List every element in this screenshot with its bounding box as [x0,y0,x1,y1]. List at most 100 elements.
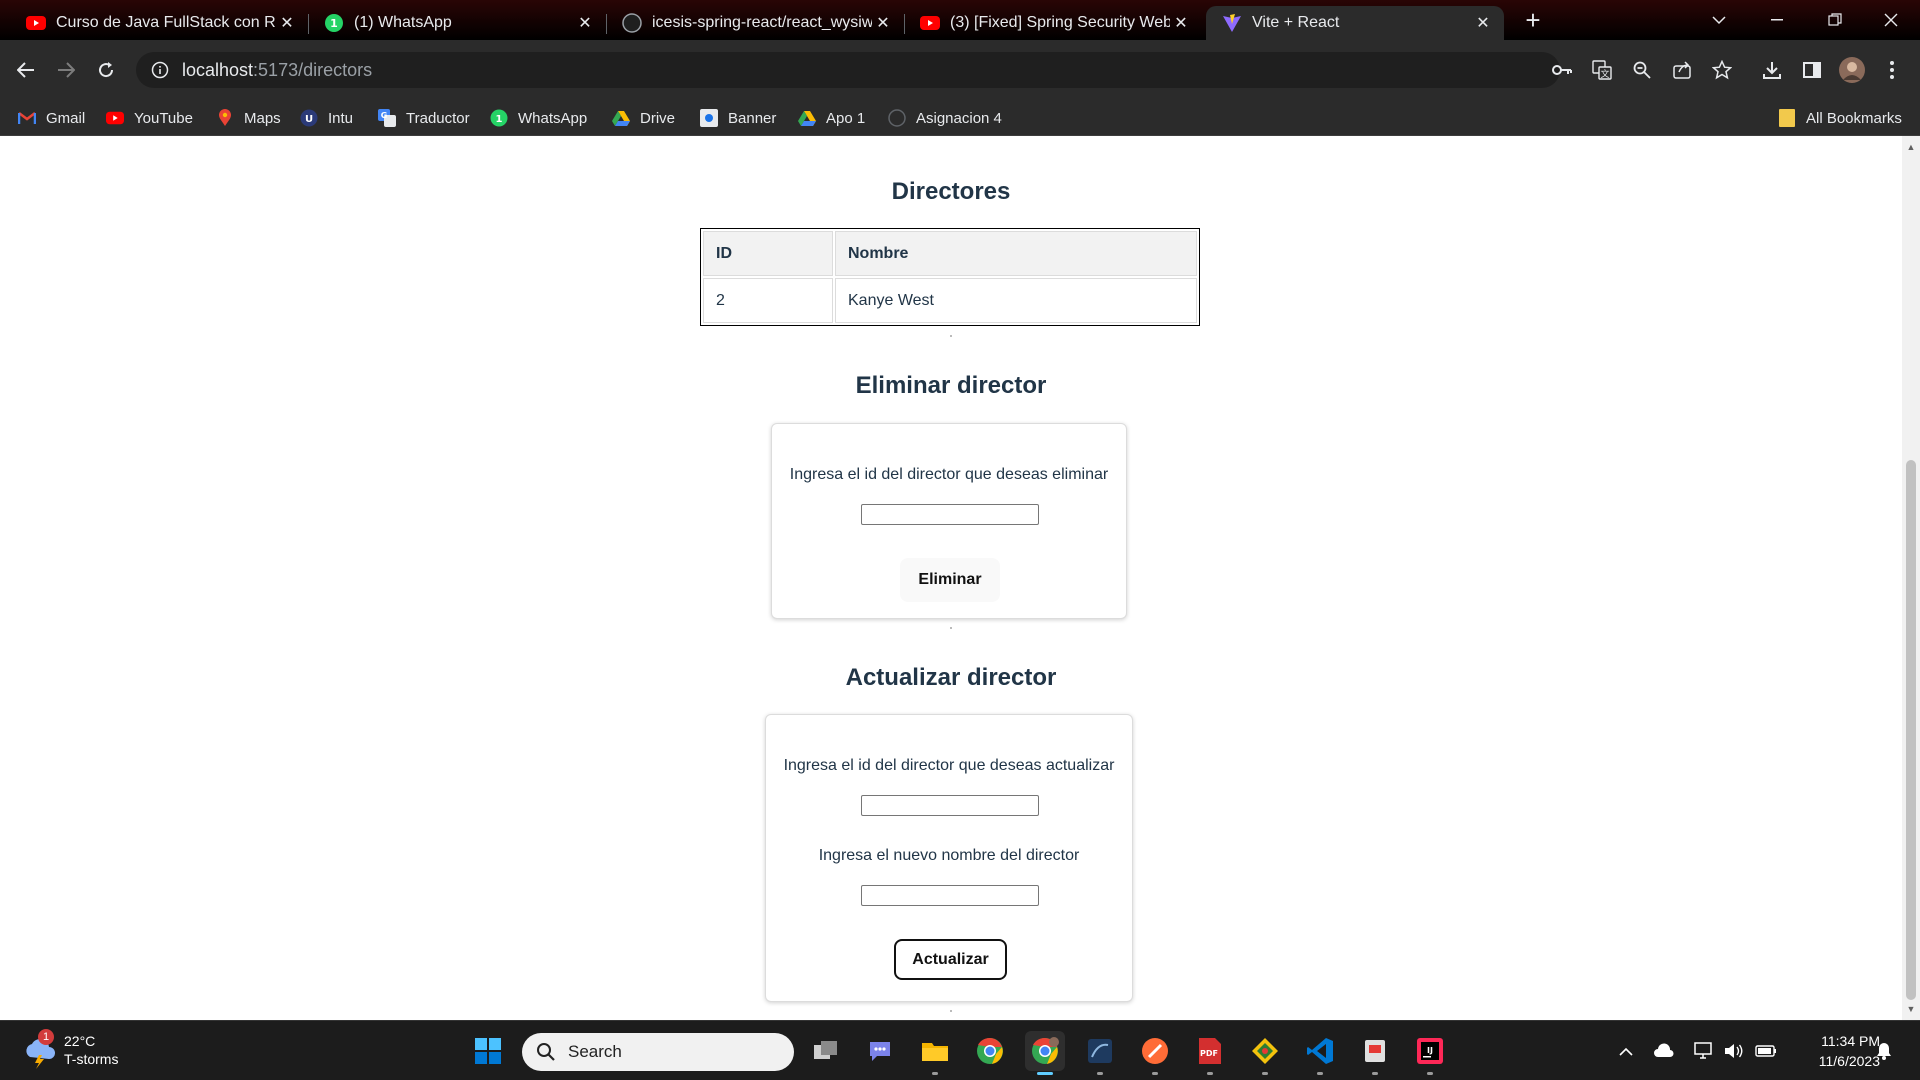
bookmark-youtube[interactable]: YouTube [106,104,193,132]
show-hidden-icons[interactable] [1614,1039,1638,1063]
bookmark-drive[interactable]: Drive [612,104,675,132]
password-key-icon[interactable] [1544,52,1580,88]
close-tab-icon[interactable]: ✕ [574,13,596,33]
browser-menu-icon[interactable] [1874,52,1910,88]
vite-icon [1222,13,1242,33]
bookmark-apo1[interactable]: Apo 1 [798,104,865,132]
tab-search-icon[interactable] [1690,0,1748,40]
banner-icon [700,109,718,127]
folder-icon [1778,109,1796,127]
battery-icon[interactable] [1754,1039,1778,1063]
notifications-bell-icon[interactable] [1872,1039,1896,1063]
close-tab-icon[interactable]: ✕ [872,13,894,33]
forward-icon[interactable] [48,52,84,88]
svg-text:IJ: IJ [1427,1046,1433,1055]
chrome-icon [1032,1037,1059,1064]
bookmark-banner[interactable]: Banner [700,104,776,132]
minimize-icon[interactable] [1748,0,1806,40]
share-icon[interactable] [1664,52,1700,88]
address-bar[interactable]: localhost:5173/directors [136,52,1560,88]
actualizar-id-label: Ingresa el id del director que deseas ac… [783,757,1115,774]
svg-text:1: 1 [496,114,503,125]
new-tab-button[interactable]: + [1518,6,1548,36]
pdf-reader-button[interactable]: PDF [1190,1031,1230,1075]
weather-widget[interactable]: 1 22°C T-storms [18,1029,158,1073]
zoom-icon[interactable] [1624,52,1660,88]
browser-tab[interactable]: icesis-spring-react/react_wysiwy ✕ [606,6,905,40]
bookmark-asignacion4[interactable]: Asignacion 4 [888,104,1002,132]
all-bookmarks[interactable]: All Bookmarks [1778,104,1902,132]
browser-tab[interactable]: 1 (1) WhatsApp ✕ [308,6,607,40]
directors-table: ID Nombre 2 Kanye West [700,228,1200,326]
close-tab-icon[interactable]: ✕ [1472,13,1494,33]
bookmark-gmail[interactable]: Gmail [18,104,85,132]
bookmark-star-icon[interactable] [1704,52,1740,88]
download-icon[interactable] [1754,52,1790,88]
profile-avatar[interactable] [1834,52,1870,88]
vscode-icon [1307,1038,1333,1064]
eliminar-id-input[interactable] [861,504,1039,525]
browser-tab[interactable]: (3) [Fixed] Spring Security WebS ✕ [904,6,1202,40]
actualizar-id-input[interactable] [861,795,1039,816]
actualizar-button[interactable]: Actualizar [894,939,1007,980]
side-panel-icon[interactable] [1794,52,1830,88]
snipping-tool-button[interactable] [1355,1031,1395,1075]
svg-text:文: 文 [1600,68,1609,80]
back-icon[interactable] [8,52,44,88]
whatsapp-icon: 1 [324,13,344,33]
taskbar-search[interactable]: Search [522,1033,794,1071]
clock-date: 11/6/2023 [1818,1053,1880,1069]
actualizar-nombre-input[interactable] [861,885,1039,906]
tab-title: Curso de Java FullStack con Reac [56,14,276,31]
start-button[interactable] [468,1031,508,1071]
page-scrollbar[interactable]: ▲ ▼ [1902,136,1920,1020]
eliminar-button[interactable]: Eliminar [900,558,1000,602]
windows-taskbar: 1 22°C T-storms Search PDF IJ 11:34 PM 1… [0,1020,1920,1080]
translate-icon[interactable]: 文 [1584,52,1620,88]
intellij-button[interactable]: IJ [1410,1031,1450,1075]
column-header-nombre: Nombre [835,231,1197,276]
chrome-button[interactable] [970,1031,1010,1071]
task-view-icon [814,1041,837,1059]
volume-icon[interactable] [1722,1039,1746,1063]
onedrive-icon[interactable] [1652,1039,1676,1063]
close-tab-icon[interactable]: ✕ [276,13,298,33]
network-icon[interactable] [1692,1039,1716,1063]
scroll-down-arrow[interactable]: ▼ [1906,1004,1916,1014]
chrome-profile-button[interactable] [1025,1031,1065,1075]
drive-icon [798,109,816,127]
teams-chat-button[interactable] [860,1031,900,1071]
bookmark-traductor[interactable]: G Traductor [378,104,470,132]
git-kraken-button[interactable] [1245,1031,1285,1075]
scroll-up-arrow[interactable]: ▲ [1906,142,1916,152]
youtube-icon [106,109,124,127]
close-tab-icon[interactable]: ✕ [1170,13,1192,33]
browser-toolbar: localhost:5173/directors 文 [0,40,1920,100]
task-view-button[interactable] [806,1031,846,1071]
bookmark-intu[interactable]: U Intu [300,104,353,132]
restore-icon[interactable] [1806,0,1864,40]
file-explorer-button[interactable] [915,1031,955,1075]
github-icon [622,13,642,33]
eliminar-label: Ingresa el id del director que deseas el… [789,466,1109,483]
close-window-icon[interactable] [1862,0,1920,40]
site-info-icon[interactable] [150,60,170,80]
table-header-row: ID Nombre [703,231,1197,276]
bookmark-maps[interactable]: Maps [216,104,281,132]
clock[interactable]: 11:34 PM 11/6/2023 [1790,1031,1880,1071]
bookmarks-bar: Gmail YouTube Maps U Intu G Traductor 1 … [0,100,1920,136]
git-icon [1252,1038,1278,1064]
maps-icon [216,109,234,127]
postman-button[interactable] [1135,1031,1175,1075]
reload-icon[interactable] [88,52,124,88]
scrollbar-thumb[interactable] [1906,460,1916,1000]
mysql-workbench-button[interactable] [1080,1031,1120,1075]
youtube-icon [26,13,46,33]
browser-tab[interactable]: Curso de Java FullStack con Reac ✕ [10,6,309,40]
bookmark-whatsapp[interactable]: 1 WhatsApp [490,104,587,132]
clock-time: 11:34 PM [1821,1033,1880,1049]
tab-title: icesis-spring-react/react_wysiwy [652,14,872,31]
vscode-button[interactable] [1300,1031,1340,1075]
chat-icon [870,1042,890,1061]
browser-tab-active[interactable]: Vite + React ✕ [1206,6,1504,40]
